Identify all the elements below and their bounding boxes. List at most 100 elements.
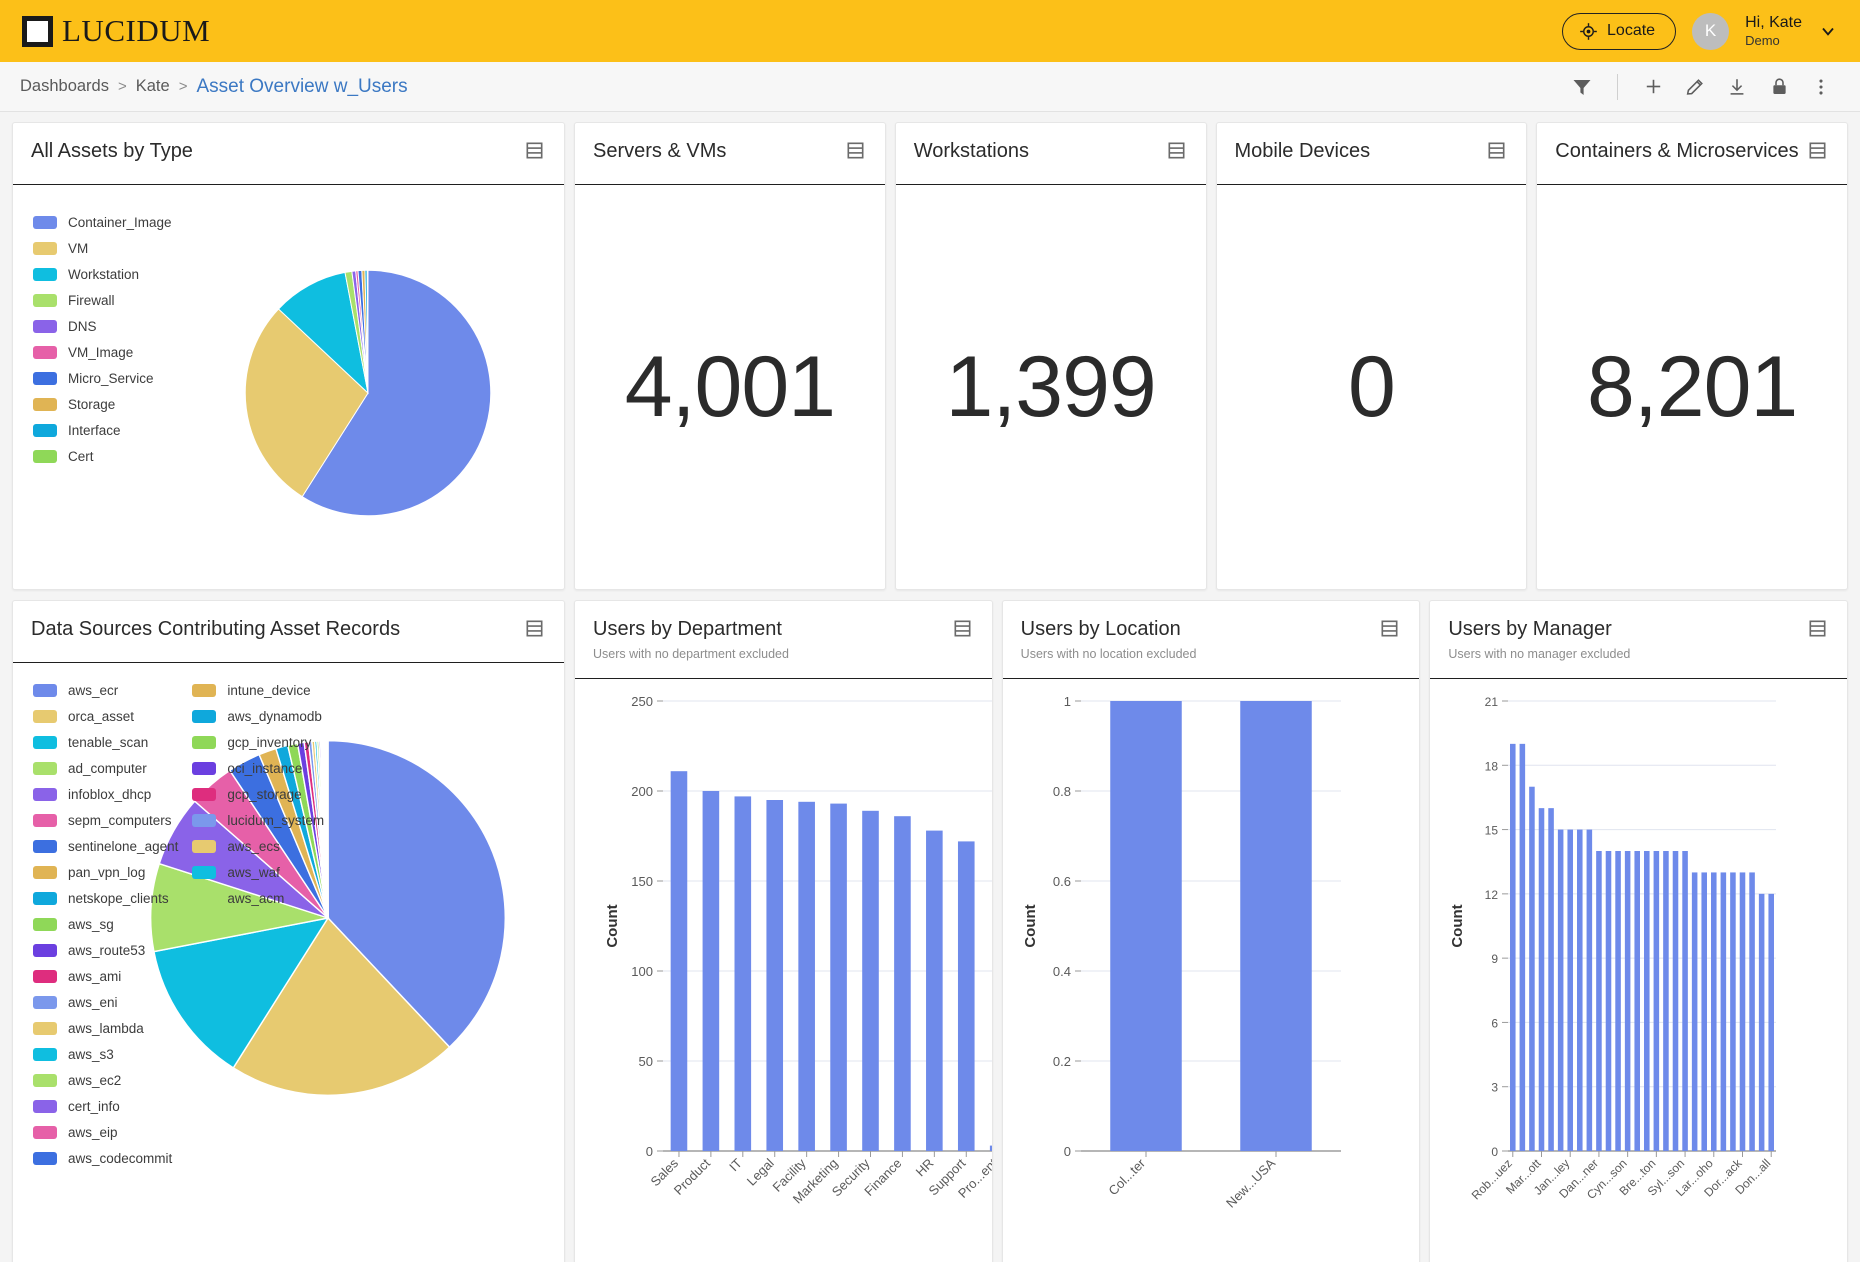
bar[interactable] [1539,808,1545,1151]
bar[interactable] [1749,872,1756,1151]
table-view-icon[interactable] [523,617,546,645]
bar[interactable] [1759,893,1765,1151]
bar[interactable] [1606,851,1612,1151]
bar[interactable] [1567,829,1574,1151]
bar[interactable] [734,796,752,1151]
legend-item[interactable]: Container_Image [33,209,172,235]
bar[interactable] [1740,872,1746,1151]
legend-item[interactable]: Interface [33,417,172,443]
legend-item[interactable]: aws_waf [192,859,324,885]
table-view-icon[interactable] [1165,139,1188,167]
legend-item[interactable]: oci_instance [192,755,324,781]
bar[interactable] [1596,851,1603,1151]
bar[interactable] [1768,893,1775,1151]
table-view-icon[interactable] [523,139,546,167]
bar[interactable] [1510,743,1516,1151]
legend-item[interactable]: gcp_storage [192,781,324,807]
breadcrumb-item-dashboards[interactable]: Dashboards [20,77,109,96]
legend-item[interactable]: Micro_Service [33,365,172,391]
bar[interactable] [1577,829,1583,1151]
table-view-icon[interactable] [1378,617,1401,645]
bar[interactable] [766,800,784,1151]
table-view-icon[interactable] [1806,139,1829,167]
legend-item[interactable]: aws_codecommit [33,1145,178,1171]
bar[interactable] [862,810,879,1151]
bar[interactable] [1720,872,1727,1151]
locate-button[interactable]: Locate [1562,12,1677,50]
legend-item[interactable]: sentinelone_agent [33,833,178,859]
bar[interactable] [1634,851,1641,1151]
more-vertical-icon[interactable] [1802,68,1840,106]
legend-item[interactable]: VM_Image [33,339,172,365]
table-view-icon[interactable] [844,139,867,167]
legend-item[interactable]: Firewall [33,287,172,313]
legend-item[interactable]: Workstation [33,261,172,287]
edit-icon[interactable] [1676,68,1714,106]
bar[interactable] [894,816,911,1151]
breadcrumb-item-kate[interactable]: Kate [136,77,170,96]
legend-item[interactable]: Cert [33,443,172,469]
filter-icon[interactable] [1563,68,1601,106]
bar[interactable] [1529,786,1536,1151]
bar[interactable] [1239,701,1312,1151]
bar-chart-users-by-department[interactable]: 050100150200250SalesProduct ITLegalFacili… [575,679,992,1262]
bar[interactable] [830,803,847,1151]
bar[interactable] [1586,829,1593,1151]
legend-item[interactable]: aws_s3 [33,1041,178,1067]
legend-item[interactable]: aws_route53 [33,937,178,963]
bar[interactable] [1663,851,1670,1151]
legend-item[interactable]: gcp_inventory [192,729,324,755]
bar[interactable] [1692,872,1698,1151]
legend-item[interactable]: aws_ec2 [33,1067,178,1093]
table-view-icon[interactable] [1806,617,1829,645]
pie-chart-all-assets[interactable] [172,197,564,589]
bar[interactable] [1682,851,1689,1151]
legend-item[interactable]: DNS [33,313,172,339]
bar-chart-users-by-location[interactable]: 0 0.2 0.4 0.6 0.8 1 Col...ter New...USA Count [1003,679,1373,1262]
legend-item[interactable]: tenable_scan [33,729,178,755]
legend-item[interactable]: ad_computer [33,755,178,781]
bar[interactable] [926,830,943,1151]
brand-logo[interactable]: LUCIDUM [22,13,210,49]
bar[interactable] [1519,743,1526,1151]
bar[interactable] [798,801,815,1151]
user-menu[interactable]: Hi, Kate Demo [1745,13,1802,49]
legend-item[interactable]: aws_sg [33,911,178,937]
bar[interactable] [1644,851,1650,1151]
bar[interactable] [1673,851,1679,1151]
add-icon[interactable] [1634,68,1672,106]
bar[interactable] [957,841,975,1151]
legend-item[interactable]: aws_ecr [33,677,178,703]
bar-chart-users-by-manager[interactable]: 036912151821Rob...uezMar...ottJan...leyD… [1430,679,1800,1262]
legend-item[interactable]: intune_device [192,677,324,703]
legend-item[interactable]: aws_eni [33,989,178,1015]
bar[interactable] [1548,808,1555,1151]
legend-item[interactable]: lucidum_system [192,807,324,833]
legend-item[interactable]: aws_eip [33,1119,178,1145]
avatar[interactable]: K [1692,12,1730,50]
legend-item[interactable]: aws_ami [33,963,178,989]
bar[interactable] [1701,872,1708,1151]
lock-icon[interactable] [1760,68,1798,106]
chevron-down-icon[interactable] [1818,21,1838,41]
bar[interactable] [1653,851,1660,1151]
bar[interactable] [670,771,688,1151]
legend-item[interactable]: pan_vpn_log [33,859,178,885]
bar[interactable] [1615,851,1622,1151]
legend-item[interactable]: aws_ecs [192,833,324,859]
legend-item[interactable]: infoblox_dhcp [33,781,178,807]
legend-item[interactable]: cert_info [33,1093,178,1119]
legend-item[interactable]: sepm_computers [33,807,178,833]
legend-item[interactable]: VM [33,235,172,261]
legend-item[interactable]: Storage [33,391,172,417]
download-icon[interactable] [1718,68,1756,106]
bar[interactable] [702,791,720,1151]
legend-item[interactable]: aws_dynamodb [192,703,324,729]
bar[interactable] [1109,701,1182,1151]
legend-item[interactable]: aws_acm [192,885,324,911]
table-view-icon[interactable] [1485,139,1508,167]
table-view-icon[interactable] [951,617,974,645]
legend-item[interactable]: orca_asset [33,703,178,729]
bar[interactable] [1711,872,1717,1151]
legend-item[interactable]: aws_lambda [33,1015,178,1041]
